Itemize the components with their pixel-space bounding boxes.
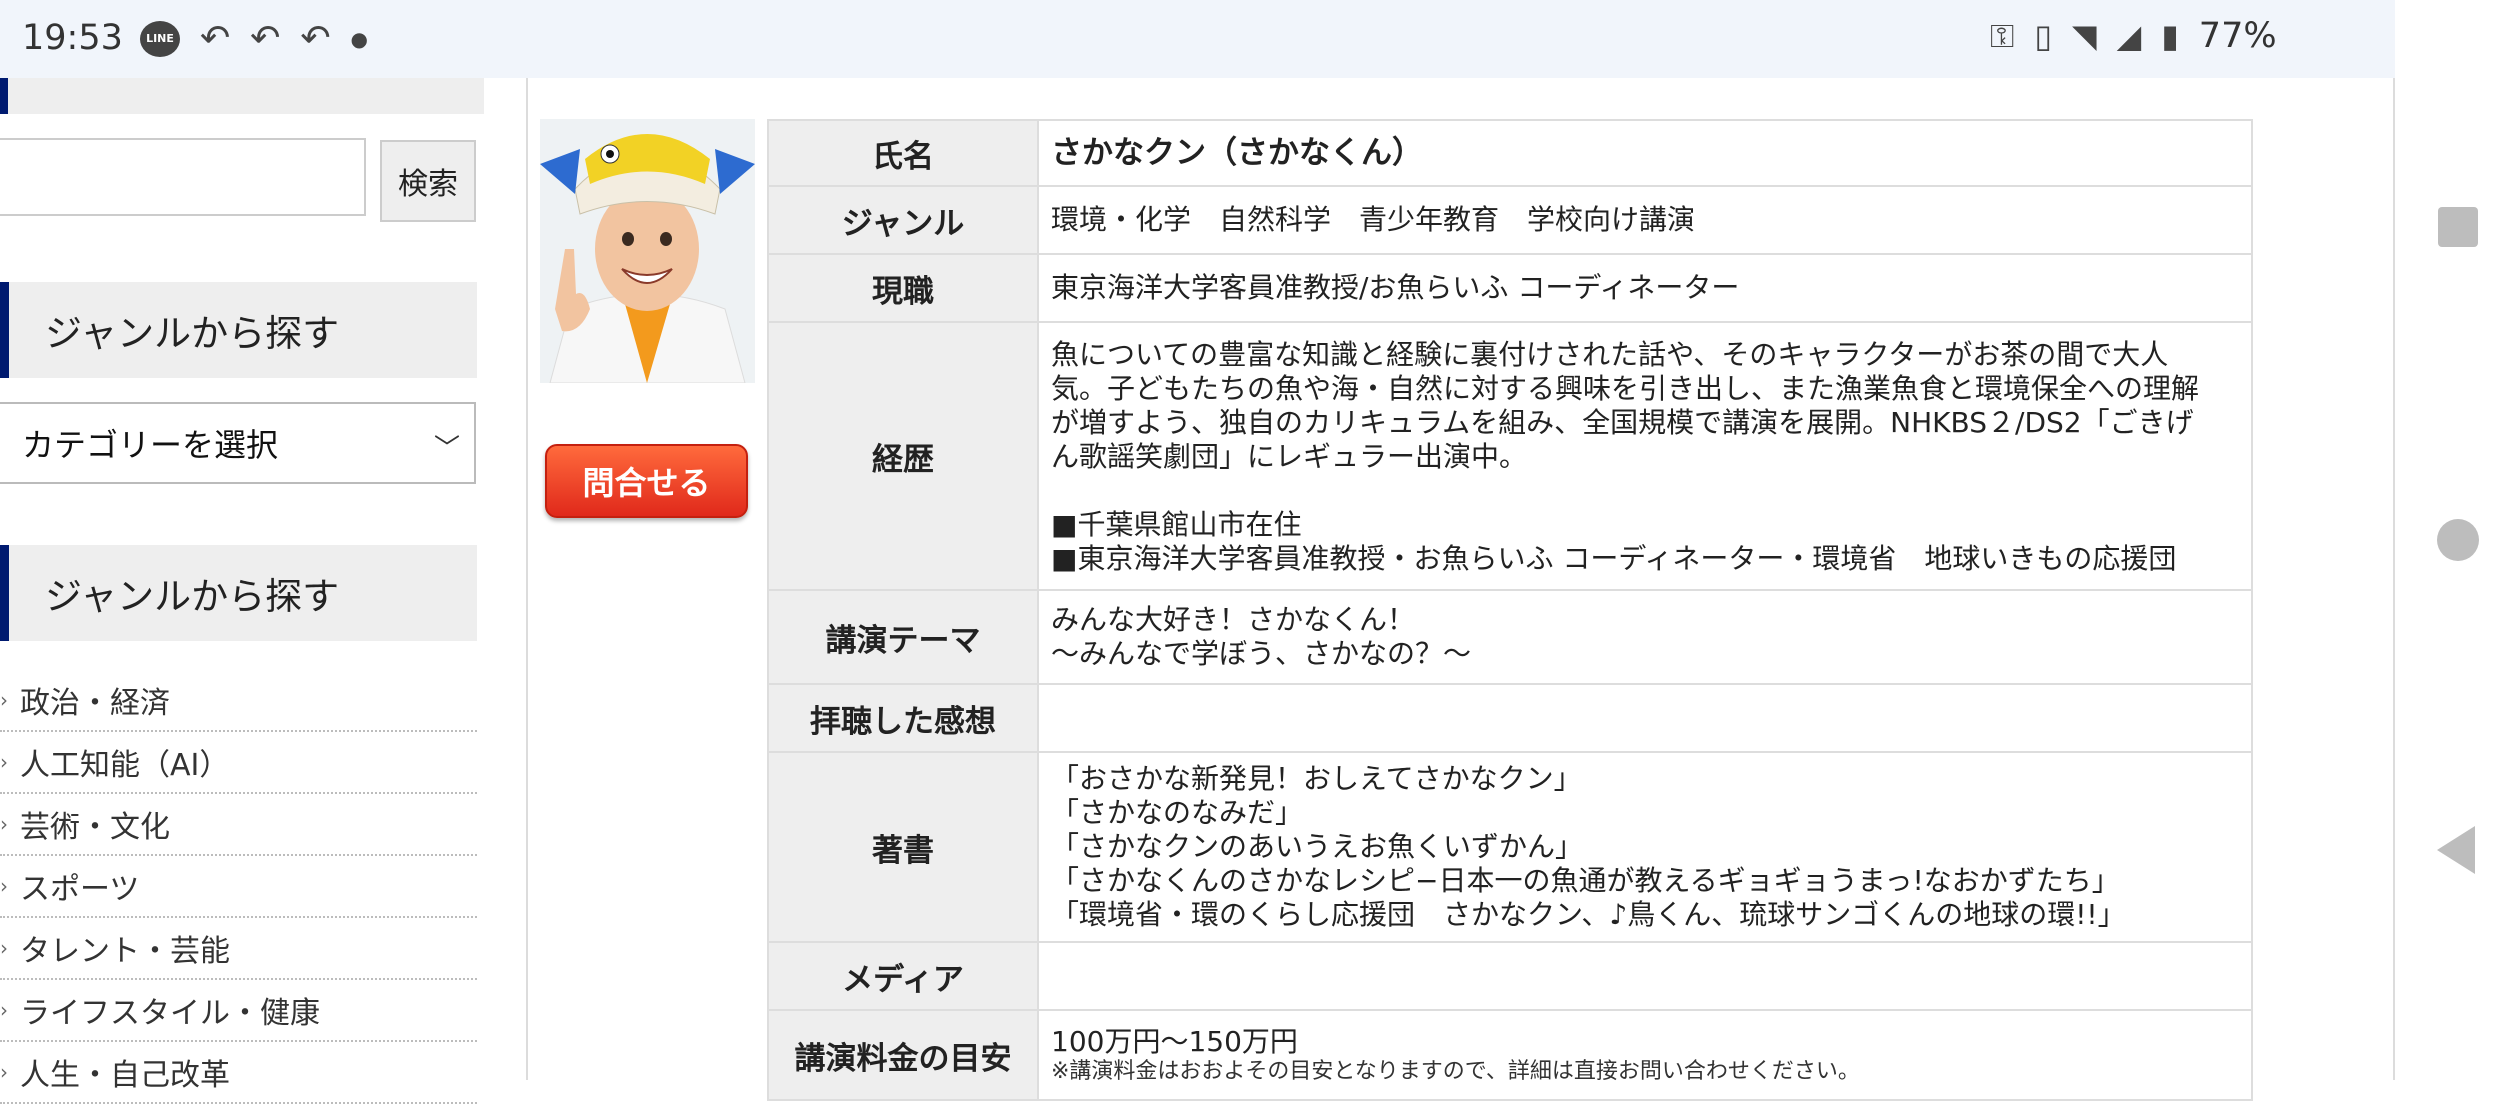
row-value-fee: 100万円〜150万円 ※講演料金はおおよその目安となりますので、詳細は直接お問…: [1037, 1009, 2253, 1101]
career-line: が増すよう、独自のカリキュラムを組み、全国規模で講演を展開。NHKBS２/DS2…: [1051, 406, 2194, 439]
page-edge: [2393, 78, 2395, 1080]
speaker-profile-table: 氏名 さかなクン（さかなくん） ジャンル 環境・化学 自然科学 青少年教育 学校…: [767, 119, 2253, 1101]
reply-arrow-icon: ↶: [250, 18, 281, 59]
row-value-genre: 環境・化学 自然科学 青少年教育 学校向け講演: [1037, 185, 2253, 255]
recent-apps-icon[interactable]: [2438, 207, 2478, 247]
career-line: ■東京海洋大学客員准教授・お魚らいふ コーディネーター・環境省 地球いきもの応援…: [1051, 542, 2177, 575]
dot-icon: ●: [350, 26, 368, 51]
genre-item[interactable]: 人生・自己改革: [0, 1042, 477, 1104]
genre-heading: ジャンルから探す: [0, 282, 477, 378]
fee-value: 100万円〜150万円: [1051, 1025, 1298, 1058]
contact-button[interactable]: 問合せる: [545, 444, 748, 518]
table-row-genre: ジャンル 環境・化学 自然科学 青少年教育 学校向け講演: [767, 185, 2253, 255]
search-input[interactable]: [0, 138, 366, 216]
book-title: 「さかなクンのあいうえお魚くいずかん」: [1051, 830, 1584, 863]
table-row-job: 現職 東京海洋大学客員准教授/お魚らいふ コーディネーター: [767, 253, 2253, 323]
row-label-job: 現職: [767, 253, 1039, 323]
row-label-books: 著書: [767, 751, 1039, 943]
row-label-theme: 講演テーマ: [767, 589, 1039, 685]
speaker-name: さかなクン（さかなくん）: [1051, 134, 1423, 171]
row-label-fee: 講演料金の目安: [767, 1009, 1039, 1101]
notification-icons: LINE ↶ ↶ ↶ ●: [140, 18, 368, 59]
table-row-media: メディア: [767, 941, 2253, 1011]
row-value-books: 「おさかな新発見！おしえてさかなクン」 「さかなのなみだ」 「さかなクンのあいう…: [1037, 751, 2253, 943]
speaker-photo: [540, 119, 755, 383]
career-line: ん歌謡笑劇団」にレギュラー出演中。: [1051, 440, 1528, 473]
search-button[interactable]: 検索: [380, 140, 476, 222]
vibrate-icon: ▯: [2034, 17, 2052, 55]
theme-line: 〜みんなで学ぼう、さかなの？〜: [1051, 637, 1472, 670]
row-label-feedback: 拝聴した感想: [767, 683, 1039, 753]
home-icon[interactable]: [2437, 519, 2479, 561]
chevron-down-icon: ﹀: [433, 434, 460, 464]
category-select[interactable]: カテゴリーを選択 ﹀: [0, 402, 476, 484]
system-icons: ⚿ ▯ ◥ ◢ ▮ 77%: [1990, 16, 2277, 56]
row-label-genre: ジャンル: [767, 185, 1039, 255]
table-row-fee: 講演料金の目安 100万円〜150万円 ※講演料金はおおよその目安となりますので…: [767, 1009, 2253, 1101]
career-line-spacer: [1051, 474, 2239, 508]
row-value-name: さかなクン（さかなくん）: [1037, 119, 2253, 187]
fee-note: ※講演料金はおおよその目安となりますので、詳細は直接お問い合わせください。: [1051, 1059, 1860, 1084]
book-title: 「さかなくんのさかなレシピ−日本一の魚通が教えるギョギョうまっ!なおかずたち」: [1051, 864, 2120, 897]
table-row-books: 著書 「おさかな新発見！おしえてさかなクン」 「さかなのなみだ」 「さかなクンの…: [767, 751, 2253, 943]
status-time: 19:53: [22, 18, 123, 58]
genre-item[interactable]: 芸術・文化: [0, 794, 477, 856]
row-value-job: 東京海洋大学客員准教授/お魚らいふ コーディネーター: [1037, 253, 2253, 323]
career-line: 気。子どもたちの魚や海・自然に対する興味を引き出し、また漁業魚食と環境保全への理…: [1051, 372, 2200, 405]
theme-line: みんな大好き！さかなくん！: [1051, 603, 1416, 636]
reply-arrow-icon: ↶: [200, 18, 231, 59]
table-row-theme: 講演テーマ みんな大好き！さかなくん！ 〜みんなで学ぼう、さかなの？〜: [767, 589, 2253, 685]
row-label-name: 氏名: [767, 119, 1039, 187]
sidebar-heading-partial: [0, 78, 484, 114]
genre-item[interactable]: 人工知能（AI）: [0, 732, 477, 794]
book-title: 「さかなのなみだ」: [1051, 796, 1304, 829]
genre-item[interactable]: スポーツ: [0, 856, 477, 918]
row-label-media: メディア: [767, 941, 1039, 1011]
sidebar: 検索 ジャンルから探す カテゴリーを選択 ﹀ ジャンルから探す 政治・経済 人工…: [0, 78, 484, 1104]
status-bar: 19:53 LINE ↶ ↶ ↶ ● ⚿ ▯ ◥ ◢ ▮ 77%: [0, 0, 2395, 78]
row-value-career: 魚についての豊富な知識と経験に裏付けされた話や、そのキャラクターがお茶の間で大人…: [1037, 321, 2253, 591]
genre-item[interactable]: ライフスタイル・健康: [0, 980, 477, 1042]
battery-icon: ▮: [2161, 17, 2179, 55]
row-value-feedback: [1037, 683, 2253, 753]
genre-heading-secondary: ジャンルから探す: [0, 545, 477, 641]
career-line: ■千葉県館山市在住: [1051, 508, 1302, 541]
book-title: 「おさかな新発見！おしえてさかなクン」: [1051, 762, 1582, 795]
key-icon: ⚿: [1990, 16, 2015, 55]
genre-list: 政治・経済 人工知能（AI） 芸術・文化 スポーツ タレント・芸能 ライフスタイ…: [0, 670, 477, 1104]
genre-item[interactable]: タレント・芸能: [0, 918, 477, 980]
genre-item[interactable]: 政治・経済: [0, 670, 477, 732]
table-row-name: 氏名 さかなクン（さかなくん）: [767, 119, 2253, 187]
reply-arrow-icon: ↶: [300, 18, 331, 59]
career-line: 魚についての豊富な知識と経験に裏付けされた話や、そのキャラクターがお茶の間で大人: [1051, 338, 2169, 371]
signal-icon: ◢: [2116, 17, 2142, 55]
wifi-icon: ◥: [2071, 17, 2097, 55]
content-divider: [526, 78, 528, 1080]
back-icon[interactable]: [2437, 826, 2475, 874]
table-row-career: 経歴 魚についての豊富な知識と経験に裏付けされた話や、そのキャラクターがお茶の間…: [767, 321, 2253, 591]
row-value-media: [1037, 941, 2253, 1011]
battery-percent: 77%: [2198, 16, 2277, 56]
book-title: 「環境省・環のくらし応援団 さかなクン、♪鳥くん、琉球サンゴくんの地球の環!!」: [1051, 898, 2126, 931]
row-label-career: 経歴: [767, 321, 1039, 591]
line-app-icon: LINE: [140, 20, 180, 57]
speaker-photo-illustration: [540, 119, 755, 383]
row-value-theme: みんな大好き！さかなくん！ 〜みんなで学ぼう、さかなの？〜: [1037, 589, 2253, 685]
category-select-value: カテゴリーを選択: [22, 426, 279, 464]
table-row-feedback: 拝聴した感想: [767, 683, 2253, 753]
